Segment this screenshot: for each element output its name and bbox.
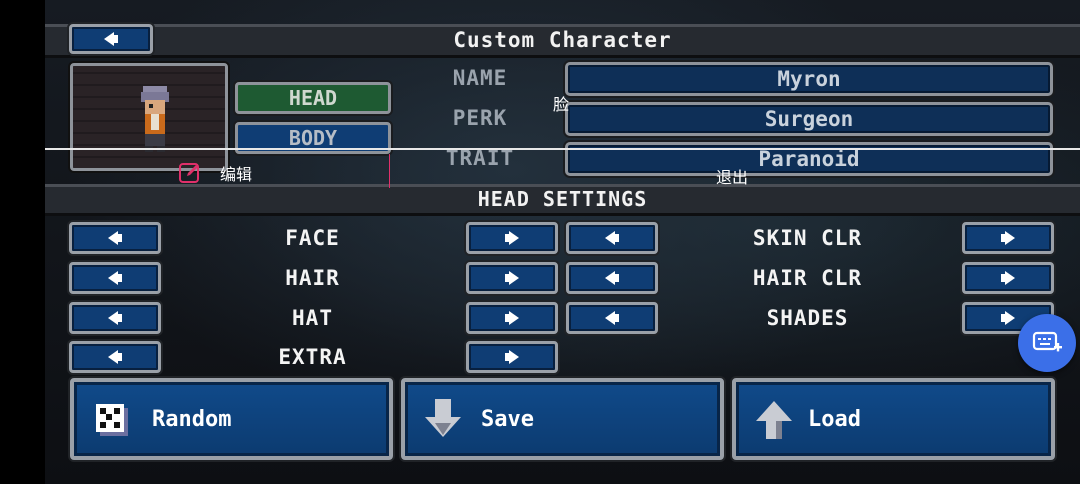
up-arrow-icon (756, 401, 792, 439)
extra-prev-button[interactable] (69, 341, 161, 373)
game-screen: Custom Character HEAD BODY NAME PERK TRA… (45, 0, 1080, 484)
shades-prev-button[interactable] (566, 302, 658, 334)
right-arrow-icon (505, 231, 519, 245)
perk-value: Surgeon (764, 107, 854, 131)
right-arrow-icon (1001, 271, 1015, 285)
page-title: Custom Character (453, 28, 672, 52)
back-button[interactable] (69, 24, 153, 54)
keyboard-plus-icon (1032, 331, 1062, 352)
right-arrow-icon (505, 350, 519, 364)
save-label: Save (481, 406, 534, 432)
shades-label: SHADES (766, 306, 849, 330)
right-arrow-icon (1001, 311, 1015, 325)
skin-color-next-button[interactable] (962, 222, 1054, 254)
hair-next-button[interactable] (466, 262, 558, 294)
dice-icon (96, 404, 128, 436)
face-overlay-label: 脸 (553, 95, 570, 114)
load-button[interactable]: Load (732, 378, 1055, 460)
section-title: HEAD SETTINGS (477, 187, 648, 211)
header-bar: Custom Character (45, 24, 1080, 58)
right-arrow-icon (505, 271, 519, 285)
extra-next-button[interactable] (466, 341, 558, 373)
left-arrow-icon (605, 231, 619, 245)
left-arrow-icon (104, 32, 118, 46)
name-value: Myron (777, 67, 841, 91)
face-label: FACE (285, 226, 340, 250)
left-arrow-icon (605, 271, 619, 285)
edit-icon (179, 163, 199, 183)
section-bar: HEAD SETTINGS (45, 184, 1080, 216)
exit-overlay-button[interactable]: 退出 (716, 164, 748, 188)
tab-body-label: BODY (288, 126, 338, 150)
face-next-button[interactable] (466, 222, 558, 254)
hat-label: HAT (292, 306, 333, 330)
trait-value: Paranoid (758, 147, 860, 171)
skin-color-prev-button[interactable] (566, 222, 658, 254)
hair-color-next-button[interactable] (962, 262, 1054, 294)
perk-field[interactable]: Surgeon (565, 102, 1053, 136)
random-label: Random (152, 406, 232, 432)
screen-edge (0, 0, 45, 484)
name-label: NAME (452, 66, 508, 90)
extra-label: EXTRA (278, 345, 347, 369)
left-arrow-icon (108, 271, 122, 285)
left-arrow-icon (108, 311, 122, 325)
character-preview (70, 63, 228, 171)
hair-color-prev-button[interactable] (566, 262, 658, 294)
overlay-separator (389, 154, 390, 188)
character-sprite-icon (141, 86, 169, 152)
down-arrow-icon (425, 399, 461, 437)
edit-label: 编辑 (220, 165, 253, 184)
right-arrow-icon (505, 311, 519, 325)
tab-head[interactable]: HEAD (235, 82, 391, 114)
hat-prev-button[interactable] (69, 302, 161, 334)
tab-head-label: HEAD (288, 86, 338, 110)
edit-overlay-button[interactable]: 编辑 (178, 160, 252, 186)
left-arrow-icon (108, 231, 122, 245)
perk-label: PERK (452, 106, 508, 130)
hat-next-button[interactable] (466, 302, 558, 334)
load-label: Load (808, 406, 861, 432)
hair-color-label: HAIR CLR (752, 266, 863, 290)
right-arrow-icon (1001, 231, 1015, 245)
hair-prev-button[interactable] (69, 262, 161, 294)
keyboard-add-button[interactable] (1018, 314, 1076, 372)
skin-color-label: SKIN CLR (752, 226, 863, 250)
overlay-divider (45, 148, 1080, 150)
left-arrow-icon (108, 350, 122, 364)
save-button[interactable]: Save (401, 378, 724, 460)
random-button[interactable]: Random (70, 378, 393, 460)
face-prev-button[interactable] (69, 222, 161, 254)
hair-label: HAIR (285, 266, 340, 290)
left-arrow-icon (605, 311, 619, 325)
name-field[interactable]: Myron (565, 62, 1053, 96)
